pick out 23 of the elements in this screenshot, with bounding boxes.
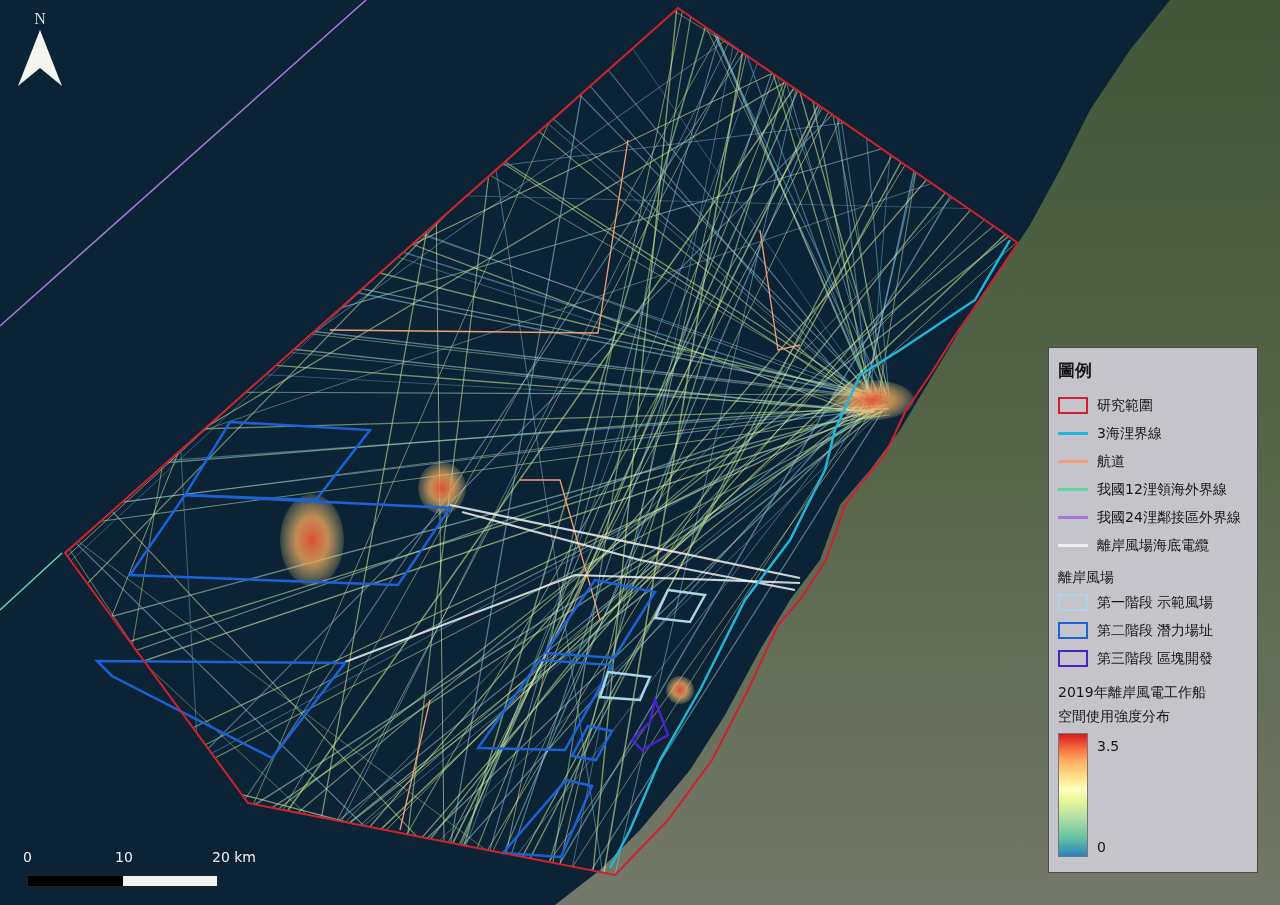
- legend-label: 航道: [1097, 452, 1125, 471]
- legend-title: 圖例: [1058, 359, 1092, 381]
- legend-section-title: 2019年離岸風電工作船: [1058, 683, 1206, 702]
- legend-label: 3海浬界線: [1097, 424, 1162, 443]
- north-arrow-icon: [18, 30, 62, 86]
- ramp-min-label: 0: [1097, 838, 1106, 857]
- boundary-12nm-line: [0, 552, 63, 611]
- scale-label: 0: [23, 848, 32, 867]
- scale-label: 20 km: [212, 848, 256, 867]
- legend-label: 研究範圍: [1097, 396, 1153, 415]
- scale-label: 10: [115, 848, 133, 867]
- legend-label: 我國12浬領海外界線: [1097, 480, 1227, 499]
- vessel-density-hotspot: [666, 676, 694, 704]
- legend-section-title: 空間使用強度分布: [1058, 707, 1170, 726]
- legend-label: 第二階段 潛力場址: [1097, 621, 1214, 640]
- vessel-density-hotspot: [418, 462, 466, 514]
- legend-label: 第三階段 區塊開發: [1097, 649, 1214, 668]
- legend-section-title: 離岸風場: [1058, 568, 1114, 587]
- ramp-max-label: 3.5: [1097, 737, 1120, 756]
- legend-label: 離岸風場海底電纜: [1097, 536, 1209, 555]
- legend-label: 第一階段 示範風場: [1097, 593, 1214, 612]
- north-label: N: [34, 10, 46, 28]
- legend-label: 我國24浬鄰接區外界線: [1097, 508, 1241, 527]
